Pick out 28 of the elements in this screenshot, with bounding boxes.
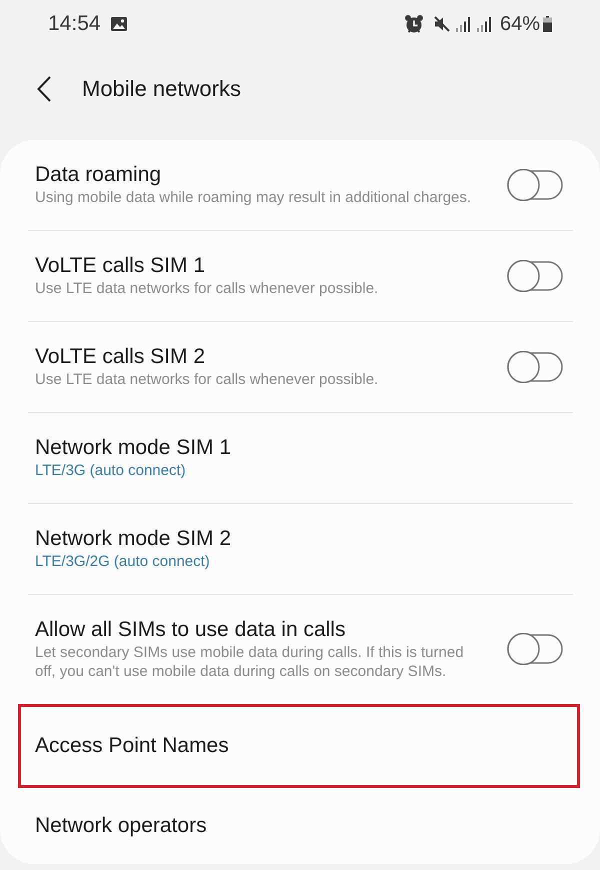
battery-percentage: 64% xyxy=(500,12,540,36)
toggle-switch[interactable] xyxy=(507,633,563,665)
signal-icon xyxy=(456,16,471,32)
setting-description: Let secondary SIMs use mobile data during calls. If this is turned off, you can't use mobile data during calls on secondary SIMs. xyxy=(35,643,465,681)
setting-description: Use LTE data networks for calls whenever possible. xyxy=(35,279,380,298)
page-title: Mobile networks xyxy=(82,75,241,102)
setting-title[interactable]: Data roaming xyxy=(35,162,485,188)
battery-icon xyxy=(543,16,552,32)
setting-value: LTE/3G/2G (auto connect) xyxy=(35,552,211,571)
setting-title[interactable]: VoLTE calls SIM 2 xyxy=(35,344,485,370)
status-time: 14:54 xyxy=(48,12,101,36)
mute-icon xyxy=(434,16,450,32)
toggle-switch[interactable] xyxy=(507,350,563,382)
toggle-switch[interactable] xyxy=(507,260,563,292)
setting-title[interactable]: Network operators xyxy=(35,813,541,839)
toggle-switch[interactable] xyxy=(507,168,563,200)
back-icon[interactable] xyxy=(37,76,51,102)
setting-description: Use LTE data networks for calls whenever possible. xyxy=(35,370,380,389)
image-icon xyxy=(110,17,127,31)
setting-title[interactable]: Access Point Names xyxy=(35,733,541,759)
setting-title[interactable]: Network mode SIM 2 xyxy=(35,526,541,552)
alarm-icon xyxy=(404,14,424,34)
setting-description: Using mobile data while roaming may result in additional charges. xyxy=(35,188,472,207)
setting-title[interactable]: Network mode SIM 1 xyxy=(35,435,541,461)
signal-icon xyxy=(476,16,492,32)
setting-title[interactable]: VoLTE calls SIM 1 xyxy=(35,253,485,279)
setting-title[interactable]: Allow all SIMs to use data in calls xyxy=(35,617,485,643)
setting-value: LTE/3G (auto connect) xyxy=(35,461,187,480)
